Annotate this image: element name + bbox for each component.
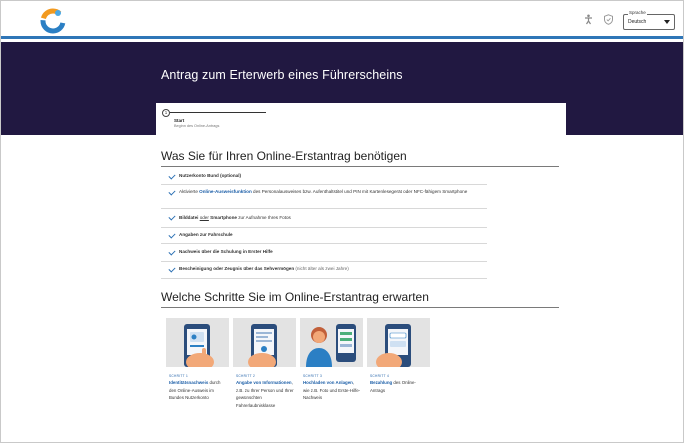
language-select[interactable]: Deutsch Sprache: [623, 10, 675, 32]
step-subtitle: Beginn des Online-Antrags: [174, 124, 220, 128]
language-select-box[interactable]: Deutsch: [623, 14, 675, 30]
requirement-item: Nachweis über die Schulung in Erster Hil…: [161, 244, 487, 262]
language-label: Sprache: [628, 10, 647, 15]
card-description: Identitätsnachweis durch den Online-Ausw…: [169, 380, 221, 400]
smartphone-form-icon: [248, 324, 277, 367]
checkmark-icon: [168, 188, 176, 196]
requirements-heading: Was Sie für Ihren Online-Erstantrag benö…: [161, 149, 407, 163]
requirement-item: Angaben zur Fahrschule: [161, 228, 487, 244]
person-upload-icon: [306, 324, 356, 367]
card-description: Angabe von Informationen, z.B. zu Ihrer …: [236, 380, 294, 408]
step-illustration: [166, 318, 229, 367]
step-progress-line: [170, 112, 266, 113]
card-description: Bezahlung des Online-Antrags: [370, 380, 416, 393]
requirement-item: Aktivierte Online-Ausweisfunktion des Pe…: [161, 185, 487, 209]
step-card-4: SCHRITT 4 Bezahlung des Online-Antrags: [367, 318, 430, 430]
step-number[interactable]: 1: [162, 109, 170, 117]
smartphone-id-icon: [184, 324, 214, 367]
steps-divider: [161, 307, 559, 308]
online-id-link[interactable]: Online-Ausweisfunktion: [199, 189, 252, 194]
card-step-label: SCHRITT 3: [303, 374, 323, 378]
identity-proof-link[interactable]: Identitätsnachweis: [169, 380, 208, 385]
language-value: Deutsch: [628, 19, 647, 25]
card-step-label: SCHRITT 4: [370, 374, 390, 378]
requirements-divider: [161, 166, 559, 167]
brand-logo-icon[interactable]: [39, 7, 67, 35]
checkmark-icon: [168, 213, 176, 221]
step-card-3: SCHRITT 3 Hochladen von Anlagen, wie z.B…: [300, 318, 363, 430]
checkmark-icon: [168, 231, 176, 239]
step-illustration: [300, 318, 363, 367]
checkmark-icon: [168, 172, 176, 180]
payment-link[interactable]: Bezahlung: [370, 380, 392, 385]
step-title: Start: [174, 118, 185, 123]
card-description: Hochladen von Anlagen, wie z.B. Foto und…: [303, 380, 361, 400]
shield-icon[interactable]: [603, 14, 614, 25]
requirement-text: Nutzerkonto Bund (optional): [179, 173, 242, 178]
step-illustration: [233, 318, 296, 367]
card-step-label: SCHRITT 2: [236, 374, 256, 378]
step-card-2: SCHRITT 2 Angabe von Informationen, z.B.…: [233, 318, 296, 430]
requirement-item: Bilddatei oder Smartphone zur Aufnahme I…: [161, 209, 487, 228]
requirement-item: Nutzerkonto Bund (optional): [161, 169, 487, 185]
checkmark-icon: [168, 248, 176, 256]
information-link[interactable]: Angabe von Informationen: [236, 380, 292, 385]
progress-stepper: 1 Start Beginn des Online-Antrags: [156, 103, 566, 135]
upload-attachments-link[interactable]: Hochladen von Anlagen: [303, 380, 353, 385]
smartphone-payment-icon: [376, 324, 411, 367]
step-illustration: [367, 318, 430, 367]
steps-heading: Welche Schritte Sie im Online-Erstantrag…: [161, 290, 429, 304]
checkmark-icon: [168, 265, 176, 273]
top-header: Deutsch Sprache: [1, 1, 683, 39]
card-step-label: SCHRITT 1: [169, 374, 189, 378]
accessibility-icon[interactable]: [583, 14, 594, 25]
step-card-1: SCHRITT 1 Identitätsnachweis durch den O…: [166, 318, 229, 430]
page-title: Antrag zum Erterwerb eines Führerscheins: [161, 68, 403, 82]
chevron-down-icon: [664, 20, 670, 24]
page: Deutsch Sprache Antrag zum Erterwerb ein…: [0, 0, 684, 443]
requirement-item: Bescheinigung oder Zeugnis über das Sehv…: [161, 262, 487, 279]
